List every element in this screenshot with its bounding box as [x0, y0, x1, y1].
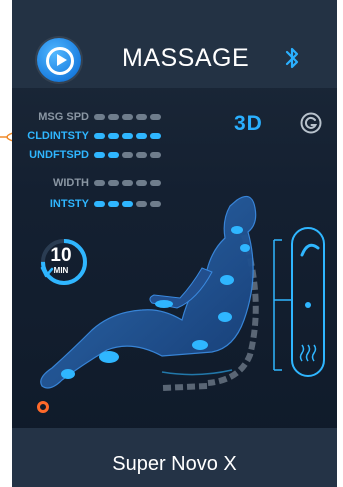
level-row-undftspd[interactable]: UNDFTSPD — [12, 148, 212, 162]
level-dot — [150, 114, 161, 120]
level-row-msg-spd[interactable]: MSG SPD — [12, 110, 212, 124]
massage-chair-figure — [40, 195, 325, 391]
timer-value: 10 — [50, 245, 72, 266]
level-dot — [94, 152, 105, 158]
level-dots — [94, 152, 164, 160]
level-dot — [136, 114, 147, 120]
level-dot — [122, 152, 133, 158]
level-dot — [122, 114, 133, 120]
bluetooth-icon[interactable] — [283, 44, 301, 72]
level-label: UNDFTSPD — [29, 149, 89, 161]
level-dots — [94, 133, 164, 141]
level-dot — [108, 152, 119, 158]
level-dot — [94, 114, 105, 120]
level-dot — [150, 133, 161, 139]
level-label: CLDINTSTY — [27, 130, 89, 142]
leg-marker-icon — [37, 401, 49, 413]
level-row-cldintsty[interactable]: CLDINTSTY — [12, 129, 212, 143]
level-dots — [94, 114, 164, 122]
level-dot — [108, 133, 119, 139]
device-name: Super Novo X — [112, 453, 237, 475]
level-dot — [94, 133, 105, 139]
level-dot — [108, 114, 119, 120]
timer-unit: MIN — [53, 266, 69, 275]
mode-3d-badge[interactable]: 3D — [234, 112, 263, 136]
level-dot — [150, 152, 161, 158]
level-label: MSG SPD — [38, 111, 89, 123]
level-dot — [122, 133, 133, 139]
page-title: MASSAGE — [122, 44, 250, 72]
play-circle-icon[interactable] — [37, 38, 81, 82]
g-mode-icon[interactable] — [300, 112, 322, 134]
massage-panel: MASSAGE MSG SPD CLDINTSTY UNDFTSPD WIDTH… — [12, 0, 337, 487]
level-dot — [136, 133, 147, 139]
level-dot — [136, 152, 147, 158]
